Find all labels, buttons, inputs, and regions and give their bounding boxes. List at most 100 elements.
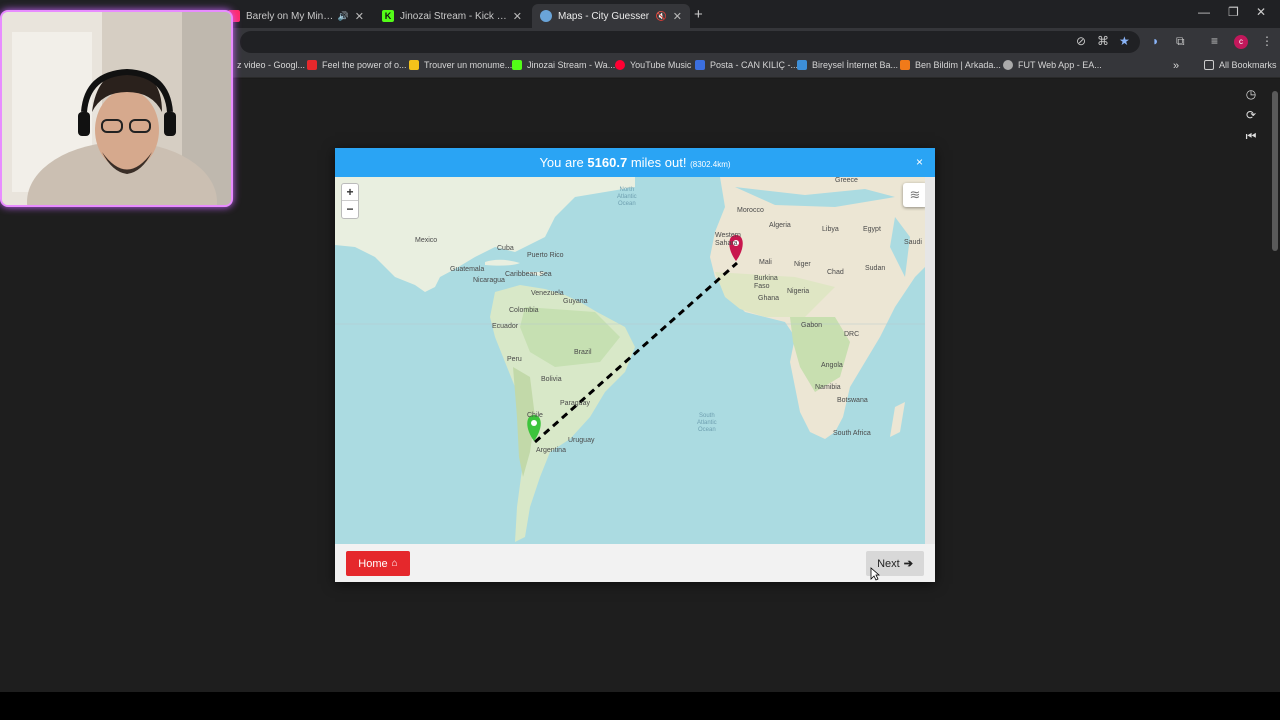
map-label: Namibia	[815, 384, 841, 391]
map-label: Ghana	[758, 295, 780, 302]
streamer-image	[2, 12, 231, 205]
bookmark-favicon-icon	[900, 60, 910, 70]
restore-button[interactable]: ❐	[1228, 5, 1239, 19]
map-label: Libya	[822, 226, 839, 233]
map-label: Caribbean Sea	[505, 271, 552, 278]
map-label: Egypt	[863, 226, 881, 233]
speaker-icon[interactable]: 🔊	[338, 11, 349, 22]
map-label: Sudan	[865, 265, 886, 272]
bookmark-favicon-icon	[695, 60, 705, 70]
map-label: Guatemala	[450, 266, 485, 273]
puzzle-icon[interactable]: ⧉	[1176, 34, 1185, 49]
menu-kebab-icon[interactable]: ⋮	[1261, 34, 1273, 48]
map-label: Colombia	[509, 307, 539, 314]
zoom-out-button[interactable]: −	[342, 201, 358, 218]
address-bar[interactable]	[240, 31, 1140, 53]
close-tab-icon[interactable]: ✕	[673, 10, 682, 23]
folder-icon	[1204, 60, 1214, 70]
mute-icon[interactable]: 🔇	[656, 11, 667, 22]
bookmark-item[interactable]: Posta - CAN KILIÇ -...	[695, 60, 798, 70]
home-icon: ⌂	[391, 558, 398, 569]
result-header: You are 5160.7 miles out! (8302.4km)	[335, 148, 935, 177]
scroll-thumb[interactable]	[1272, 91, 1278, 251]
distance-miles: 5160.7	[587, 155, 628, 170]
map-label: North Atlantic Ocean	[617, 187, 637, 207]
map-label: Morocco	[737, 207, 764, 214]
bookmark-favicon-icon	[307, 60, 317, 70]
tab-city-guesser[interactable]: Maps - City Guesser 🔇 ✕	[532, 4, 690, 28]
arrow-right-icon: ➔	[903, 558, 913, 570]
map-label: Uruguay	[568, 437, 595, 444]
map-label: Nicaragua	[473, 277, 505, 284]
map-label: Angola	[821, 362, 843, 369]
bookmark-favicon-icon	[797, 60, 807, 70]
new-tab-button[interactable]: +	[694, 6, 703, 23]
zoom-in-button[interactable]: +	[342, 184, 358, 201]
kick-favicon-icon: K	[382, 10, 394, 22]
map-label: Bolivia	[541, 376, 562, 383]
translate-icon[interactable]: ⌘	[1097, 34, 1109, 48]
map-label: Paraguay	[560, 400, 590, 407]
extension-icon[interactable]: ◗	[1152, 34, 1159, 48]
bookmark-item[interactable]: Trouver un monume...	[409, 60, 512, 70]
map-label: Ecuador	[492, 323, 519, 330]
map-label: Burkina Faso	[754, 275, 778, 290]
close-modal-button[interactable]: ×	[916, 148, 923, 177]
media-control-icon[interactable]: ≡	[1211, 34, 1218, 48]
tab-title: Jinozai Stream - Kick Dashboard	[400, 10, 507, 22]
map-label: Argentina	[536, 447, 566, 454]
world-map[interactable]: Greece Morocco Algeria Libya Egypt Saudi…	[335, 177, 925, 544]
skip-back-icon[interactable]: ⏮	[1242, 129, 1260, 147]
distance-km: (8302.4km)	[690, 160, 731, 169]
map-label: Chile	[527, 412, 543, 419]
map-label: Algeria	[769, 222, 791, 229]
close-tab-icon[interactable]: ✕	[513, 10, 522, 23]
map-label: Mexico	[415, 237, 438, 244]
minimize-button[interactable]: —	[1198, 5, 1210, 19]
camera-off-icon[interactable]: ⊘	[1076, 34, 1086, 48]
taskbar-strip	[0, 692, 1280, 720]
map-label: Mali	[759, 259, 772, 266]
layers-icon[interactable]: ≋	[903, 183, 925, 207]
refresh-icon[interactable]: ⟳	[1242, 108, 1260, 126]
profile-avatar[interactable]: c	[1234, 35, 1248, 49]
map-label: Western Sahara	[715, 232, 741, 247]
bookmark-item[interactable]: YouTube Music	[615, 60, 691, 70]
all-bookmarks-button[interactable]: All Bookmarks	[1204, 60, 1277, 70]
bookmark-star-icon[interactable]: ★	[1119, 34, 1130, 48]
bookmark-item[interactable]: Feel the power of o...	[307, 60, 407, 70]
tab-youtube[interactable]: Barely on My Mind | YouTube 🔊 ✕	[220, 4, 372, 28]
close-window-button[interactable]: ✕	[1256, 5, 1266, 19]
bookmark-item[interactable]: FUT Web App - EA...	[1003, 60, 1102, 70]
timer-icon[interactable]: ◷	[1242, 87, 1260, 105]
map-label: South Atlantic Ocean	[697, 413, 717, 433]
map-label: Cuba	[497, 245, 514, 252]
bookmarks-overflow-icon[interactable]: »	[1173, 60, 1179, 72]
bookmark-favicon-icon	[512, 60, 522, 70]
map-label: Niger	[794, 261, 811, 268]
bookmark-favicon-icon	[409, 60, 419, 70]
tab-title: Maps - City Guesser	[558, 10, 650, 22]
globe-favicon-icon	[540, 10, 552, 22]
map-label: Peru	[507, 356, 522, 363]
bookmark-item[interactable]: Jinozai Stream - Wa...	[512, 60, 615, 70]
close-tab-icon[interactable]: ✕	[355, 10, 364, 23]
map-label: South Africa	[833, 430, 871, 437]
map-label: Saudi	[904, 239, 922, 246]
tab-kick-dashboard[interactable]: K Jinozai Stream - Kick Dashboard ✕	[374, 4, 530, 28]
map-label: Guyana	[563, 298, 588, 305]
map-label: Botswana	[837, 397, 868, 404]
map-label: Greece	[835, 177, 858, 184]
bookmark-item[interactable]: z video - Googl...	[222, 60, 305, 70]
map-label: Puerto Rico	[527, 252, 564, 259]
map-scrollbar[interactable]	[925, 177, 935, 544]
home-button[interactable]: Home ⌂	[346, 551, 410, 576]
bookmark-item[interactable]: Ben Bildim | Arkada...	[900, 60, 1001, 70]
page-scrollbar[interactable]	[1270, 79, 1280, 692]
webcam-overlay	[0, 10, 233, 207]
map-label: Venezuela	[531, 290, 564, 297]
bookmark-favicon-icon	[615, 60, 625, 70]
zoom-control: + −	[341, 183, 359, 219]
map-label: Brazil	[574, 349, 592, 356]
bookmark-item[interactable]: Bireysel İnternet Ba...	[797, 60, 898, 70]
